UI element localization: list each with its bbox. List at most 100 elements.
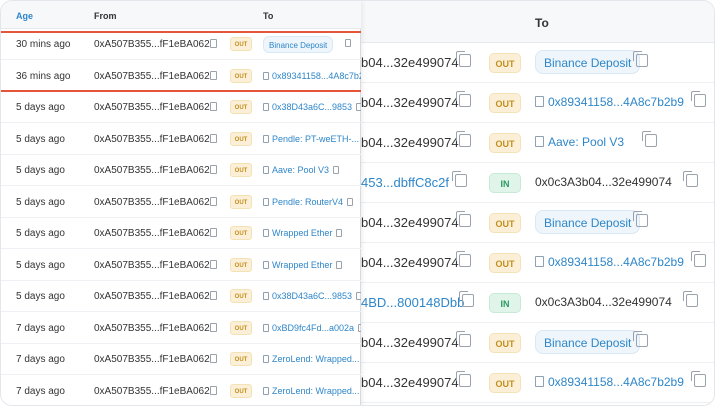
- copy-icon[interactable]: [356, 292, 361, 300]
- contract-icon: [263, 197, 269, 206]
- contract-icon: [535, 136, 544, 147]
- from-address[interactable]: 0xA507B355...fF1eBA062: [94, 71, 210, 82]
- copy-icon[interactable]: [691, 251, 706, 267]
- copy-icon[interactable]: [633, 51, 648, 67]
- copy-icon[interactable]: [210, 70, 217, 80]
- from-address: b04...32e499074: [361, 135, 459, 150]
- zoomed-table-row: 4BD...800148Dbb IN 0x0c3A3b04...32e49907…: [361, 283, 714, 323]
- copy-icon[interactable]: [456, 51, 471, 67]
- copy-icon[interactable]: [633, 211, 648, 227]
- copy-icon[interactable]: [210, 133, 217, 143]
- copy-icon[interactable]: [642, 131, 657, 147]
- copy-icon[interactable]: [210, 259, 217, 269]
- copy-icon[interactable]: [210, 196, 217, 206]
- contract-icon: [263, 103, 269, 111]
- to-address-text: 0x89341158...4A8c7b2b9: [272, 70, 361, 81]
- copy-icon[interactable]: [456, 91, 471, 107]
- from-address[interactable]: 0xA507B355...fF1eBA062: [94, 165, 210, 176]
- age-text: 5 days ago: [16, 291, 65, 302]
- to-address-tag[interactable]: Binance Deposit: [535, 330, 641, 354]
- to-address-link[interactable]: 0x89341158...4A8c7b2b9: [263, 71, 361, 81]
- from-address[interactable]: 4BD...800148Dbb: [361, 295, 464, 310]
- from-address[interactable]: 0xA507B355...fF1eBA062: [94, 291, 210, 302]
- from-address[interactable]: 0xA507B355...fF1eBA062: [94, 134, 210, 145]
- direction-badge: OUT: [230, 352, 252, 366]
- to-address-tag[interactable]: Binance Deposit: [535, 50, 641, 74]
- to-address-link[interactable]: 0x38D43a6C...9853: [263, 291, 361, 301]
- to-address-link[interactable]: 0x89341158...4A8c7b2b9: [535, 95, 684, 109]
- copy-icon[interactable]: [345, 39, 351, 47]
- copy-icon[interactable]: [210, 354, 217, 363]
- table-row: 7 days ago 0xA507B355...fF1eBA062 OUT 0x…: [1, 313, 361, 344]
- copy-icon[interactable]: [210, 385, 217, 395]
- to-address-link[interactable]: Wrapped Ether: [263, 260, 343, 270]
- to-address-text: Aave: Pool V3: [272, 165, 330, 175]
- copy-icon[interactable]: [456, 331, 471, 347]
- table-row: 5 days ago 0xA507B355...fF1eBA062 OUT 0x…: [1, 281, 361, 312]
- copy-icon[interactable]: [210, 228, 217, 237]
- copy-icon[interactable]: [452, 171, 467, 187]
- copy-icon[interactable]: [456, 371, 471, 387]
- from-address[interactable]: 0xA507B355...fF1eBA062: [94, 260, 210, 271]
- to-address-text: 0x89341158...4A8c7b2b9: [548, 255, 684, 269]
- to-address-link[interactable]: Aave: Pool V3: [535, 135, 624, 149]
- zoomed-table-row: b04...32e499074 OUT Binance Deposit: [361, 323, 714, 363]
- from-address[interactable]: 0xA507B355...fF1eBA062: [94, 323, 210, 334]
- age-text: 7 days ago: [16, 385, 65, 397]
- copy-icon[interactable]: [456, 251, 471, 267]
- contract-icon: [535, 256, 544, 267]
- direction-badge: OUT: [489, 333, 521, 353]
- copy-icon[interactable]: [210, 322, 217, 332]
- to-address-tag[interactable]: Binance Deposit: [263, 36, 334, 53]
- to-address-link[interactable]: 0x38D43a6C...9853: [263, 102, 361, 112]
- contract-icon: [535, 96, 544, 107]
- from-address[interactable]: 0xA507B355...fF1eBA062: [94, 197, 210, 208]
- to-address-link[interactable]: ZeroLend: Wrapped...: [263, 354, 361, 364]
- copy-icon[interactable]: [456, 211, 471, 227]
- copy-icon[interactable]: [358, 323, 361, 332]
- contract-icon: [263, 292, 269, 300]
- copy-icon[interactable]: [210, 291, 217, 300]
- table-row: 5 days ago 0xA507B355...fF1eBA062 OUT Pe…: [1, 187, 361, 218]
- from-address[interactable]: 0xA507B355...fF1eBA062: [94, 354, 210, 365]
- copy-icon[interactable]: [691, 91, 706, 107]
- to-address-link[interactable]: Wrapped Ether: [263, 228, 343, 238]
- zoomed-table-row: b04...32e499074 OUT 0x89341158...4A8c7b2…: [361, 83, 714, 123]
- copy-icon[interactable]: [210, 165, 217, 174]
- copy-icon[interactable]: [210, 102, 217, 111]
- copy-icon[interactable]: [333, 166, 340, 174]
- to-address-tag[interactable]: Binance Deposit: [535, 210, 641, 234]
- copy-icon[interactable]: [683, 291, 698, 307]
- to-address-link[interactable]: Pendle: PT-weETH-...: [263, 134, 361, 144]
- header-age[interactable]: Age: [16, 11, 33, 21]
- age-text: 5 days ago: [16, 133, 65, 145]
- to-address-link[interactable]: 0x89341158...4A8c7b2b9: [535, 255, 684, 269]
- age-text: 30 mins ago: [16, 39, 71, 50]
- to-address-text: Pendle: RouterV4: [272, 196, 344, 207]
- from-address[interactable]: 0xA507B355...fF1eBA062: [94, 102, 210, 113]
- to-address-link[interactable]: Aave: Pool V3: [263, 165, 340, 175]
- to-address-link[interactable]: Pendle: RouterV4: [263, 196, 354, 207]
- direction-badge: OUT: [230, 100, 252, 114]
- direction-badge: OUT: [230, 131, 252, 146]
- to-address-link[interactable]: 0xBD9fc4Fd...a002a: [263, 323, 361, 333]
- from-address[interactable]: 453...dbffC8c2f: [361, 175, 449, 190]
- copy-icon[interactable]: [336, 260, 343, 269]
- copy-icon[interactable]: [336, 229, 343, 237]
- contract-icon: [263, 229, 269, 237]
- from-address[interactable]: 0xA507B355...fF1eBA062: [94, 386, 210, 397]
- copy-icon[interactable]: [456, 131, 471, 147]
- copy-icon[interactable]: [633, 331, 648, 347]
- contract-icon: [263, 355, 269, 363]
- to-address-link[interactable]: ZeroLend: Wrapped...: [263, 386, 361, 396]
- from-address[interactable]: 0xA507B355...fF1eBA062: [94, 39, 210, 50]
- copy-icon[interactable]: [683, 171, 698, 187]
- age-text: 7 days ago: [16, 354, 65, 365]
- copy-icon[interactable]: [210, 39, 217, 48]
- from-address[interactable]: 0xA507B355...fF1eBA062: [94, 228, 210, 239]
- copy-icon[interactable]: [691, 371, 706, 387]
- to-address-link[interactable]: 0x89341158...4A8c7b2b9: [535, 375, 684, 389]
- copy-icon[interactable]: [356, 103, 361, 111]
- copy-icon[interactable]: [347, 197, 354, 206]
- copy-icon[interactable]: [459, 291, 474, 307]
